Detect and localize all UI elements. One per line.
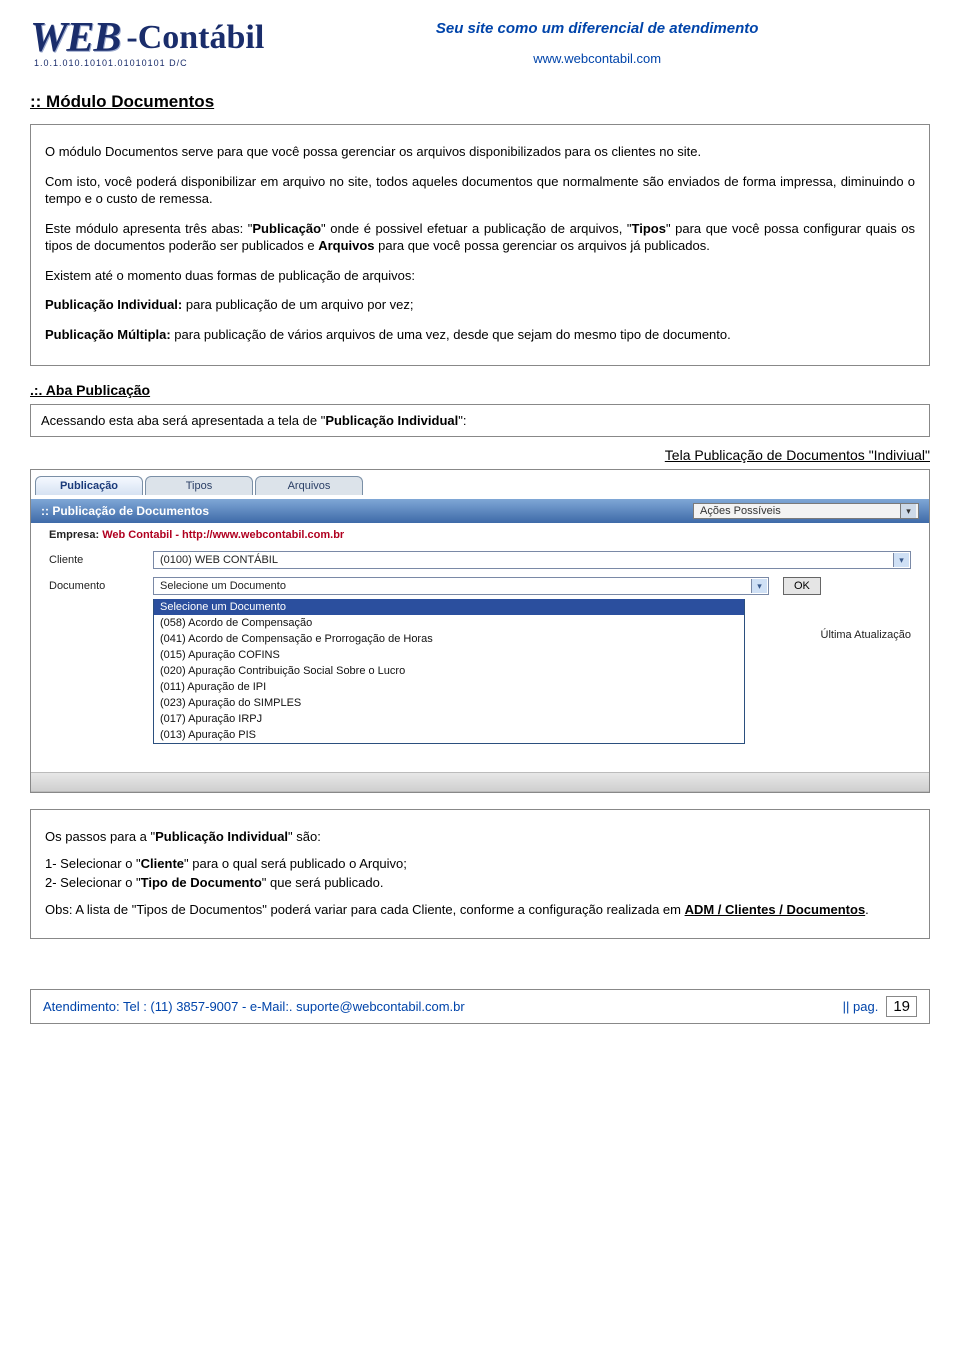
tagline: Seu site como um diferencial de atendime… [264, 14, 930, 37]
tab-row: Publicação Tipos Arquivos [31, 470, 929, 499]
steps-obs: Obs: A lista de "Tipos de Documentos" po… [45, 901, 915, 920]
chevron-down-icon: ▾ [751, 579, 767, 593]
footer-page-number: 19 [886, 996, 917, 1017]
dropdown-option[interactable]: (058) Acordo de Compensação [154, 615, 744, 631]
steps-heading: Os passos para a "Publicação Individual"… [45, 828, 915, 847]
intro-p2: Com isto, você poderá disponibilizar em … [45, 173, 915, 208]
panel-title: :: Publicação de Documentos [41, 504, 209, 518]
steps-box: Os passos para a "Publicação Individual"… [30, 809, 930, 938]
cliente-label: Cliente [49, 554, 139, 566]
step-1: 1- Selecionar o "Cliente" para o qual se… [45, 855, 915, 874]
screen-caption: Tela Publicação de Documentos "Indiviual… [30, 447, 930, 463]
dropdown-option[interactable]: (015) Apuração COFINS [154, 647, 744, 663]
aba-intro-box: Acessando esta aba será apresentada a te… [30, 404, 930, 437]
intro-p4: Existem até o momento duas formas de pub… [45, 267, 915, 285]
documento-dropdown-list[interactable]: Selecione um Documento (058) Acordo de C… [153, 599, 745, 744]
ui-screenshot: Publicação Tipos Arquivos :: Publicação … [30, 469, 930, 793]
panel-title-bar: :: Publicação de Documentos Ações Possív… [31, 499, 929, 523]
dropdown-option[interactable]: (013) Apuração PIS [154, 727, 744, 743]
grey-strip [31, 772, 929, 792]
dropdown-option-selected[interactable]: Selecione um Documento [154, 599, 744, 615]
empresa-value: Web Contabil - http://www.webcontabil.co… [102, 529, 344, 541]
footer-pag-label: || pag. [843, 999, 879, 1014]
intro-p3: Este módulo apresenta três abas: "Public… [45, 220, 915, 255]
documento-select[interactable]: Selecione um Documento ▾ [153, 577, 769, 595]
chevron-down-icon: ▾ [893, 553, 909, 567]
page-footer: Atendimento: Tel : (11) 3857-9007 - e-Ma… [30, 989, 930, 1024]
dropdown-option[interactable]: (020) Apuração Contribuição Social Sobre… [154, 663, 744, 679]
ultima-atualizacao-label: Última Atualização [821, 629, 912, 641]
intro-p5: Publicação Individual: para publicação d… [45, 296, 915, 314]
step-2: 2- Selecionar o "Tipo de Documento" que … [45, 874, 915, 893]
footer-contact: Atendimento: Tel : (11) 3857-9007 - e-Ma… [43, 999, 465, 1014]
aba-title: .:. Aba Publicação [30, 382, 930, 398]
logo-suffix: -Contábil [126, 19, 264, 57]
dropdown-option[interactable]: (011) Apuração de IPI [154, 679, 744, 695]
intro-p6: Publicação Múltipla: para publicação de … [45, 326, 915, 344]
intro-box: O módulo Documentos serve para que você … [30, 124, 930, 366]
site-url: www.webcontabil.com [264, 51, 930, 66]
dropdown-option[interactable]: (017) Apuração IRPJ [154, 711, 744, 727]
tab-arquivos[interactable]: Arquivos [255, 476, 363, 495]
empresa-row: Empresa: Web Contabil - http://www.webco… [31, 523, 929, 547]
section-title: :: Módulo Documentos [30, 92, 930, 112]
logo-subtext: 1.0.1.010.10101.01010101 D/C [30, 58, 264, 68]
tab-tipos[interactable]: Tipos [145, 476, 253, 495]
ok-button[interactable]: OK [783, 577, 821, 595]
dropdown-option[interactable]: (023) Apuração do SIMPLES [154, 695, 744, 711]
chevron-down-icon: ▾ [900, 504, 916, 518]
logo-block: WEB -Contábil 1.0.1.010.10101.01010101 D… [30, 14, 264, 68]
dropdown-option[interactable]: (041) Acordo de Compensação e Prorrogaçã… [154, 631, 744, 647]
actions-select[interactable]: Ações Possíveis ▾ [693, 503, 919, 519]
intro-p1: O módulo Documentos serve para que você … [45, 143, 915, 161]
logo-main: WEB [30, 14, 120, 62]
documento-label: Documento [49, 580, 139, 592]
tab-publicacao[interactable]: Publicação [35, 476, 143, 495]
page-header: WEB -Contábil 1.0.1.010.10101.01010101 D… [30, 14, 930, 68]
cliente-select[interactable]: (0100) WEB CONTÁBIL ▾ [153, 551, 911, 569]
